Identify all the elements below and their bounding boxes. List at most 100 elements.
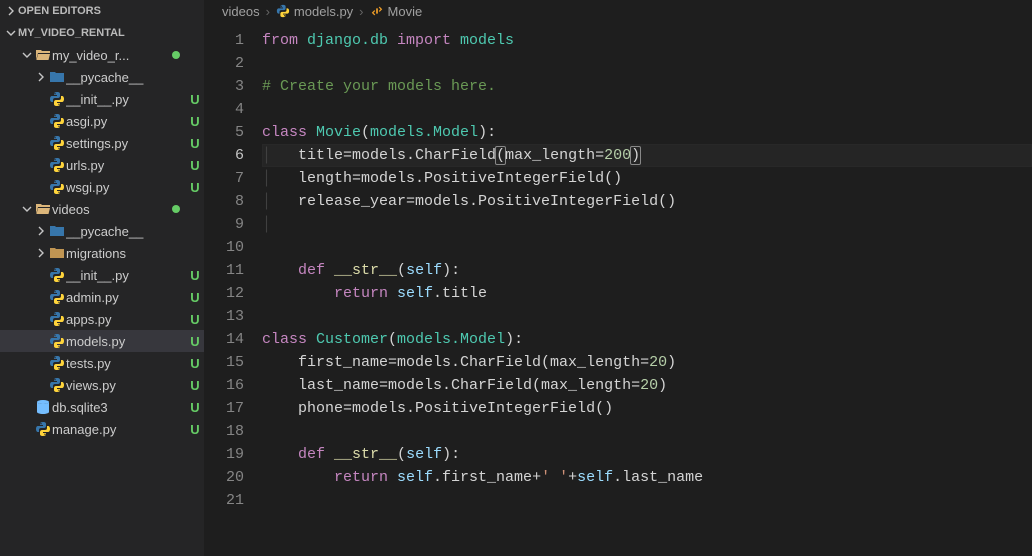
git-status-badge: U [186,180,204,195]
git-status-badge: U [186,378,204,393]
folder-icon [48,245,66,261]
tree-item-label: my_video_r... [52,48,172,63]
file-settings-py[interactable]: settings.pyU [0,132,204,154]
file-wsgi-py[interactable]: wsgi.pyU [0,176,204,198]
line-number: 12 [204,282,244,305]
git-status-badge: U [186,334,204,349]
line-number: 2 [204,52,244,75]
python-icon [48,135,66,151]
code-line[interactable]: │ length=models.PositiveIntegerField() [262,167,1032,190]
breadcrumb-seg[interactable]: videos [222,4,260,19]
file-models-py[interactable]: models.pyU [0,330,204,352]
python-icon [34,421,52,437]
file-asgi-py[interactable]: asgi.pyU [0,110,204,132]
python-icon [48,311,66,327]
file-init-py[interactable]: __init__.pyU [0,88,204,110]
folder-migrations[interactable]: migrations [0,242,204,264]
chevron-down-icon [4,28,18,38]
code-line[interactable] [262,305,1032,328]
tree-item-label: videos [52,202,172,217]
chevron-down-icon [20,204,34,214]
git-status-badge: U [186,158,204,173]
tree-item-label: __pycache__ [66,224,186,239]
python-icon [48,91,66,107]
folder-open-icon [34,201,52,217]
file-db-sqlite3[interactable]: db.sqlite3U [0,396,204,418]
tree-item-label: manage.py [52,422,186,437]
modified-dot-icon [172,51,180,59]
chevron-right-icon: › [359,4,363,19]
git-status-badge: U [186,400,204,415]
folder-videos[interactable]: videos [0,198,204,220]
folder-my-video-rental[interactable]: my_video_r... [0,44,204,66]
tree-item-label: views.py [66,378,186,393]
python-icon [48,377,66,393]
line-number: 14 [204,328,244,351]
file-manage-py[interactable]: manage.pyU [0,418,204,440]
code-line[interactable]: first_name=models.CharField(max_length=2… [262,351,1032,374]
sidebar: OPEN EDITORS MY_VIDEO_RENTAL my_video_r.… [0,0,204,556]
code-line[interactable]: return self.title [262,282,1032,305]
file-urls-py[interactable]: urls.pyU [0,154,204,176]
code-line[interactable] [262,52,1032,75]
python-icon [48,179,66,195]
folder-pycache[interactable]: __pycache__ [0,66,204,88]
breadcrumb[interactable]: videos › models.py › Movie [204,0,1032,22]
line-number: 13 [204,305,244,328]
file-admin-py[interactable]: admin.pyU [0,286,204,308]
editor-area: videos › models.py › Movie 1234567891011… [204,0,1032,556]
editor-body[interactable]: 123456789101112131415161718192021 from d… [204,22,1032,556]
breadcrumb-seg[interactable]: models.py [294,4,353,19]
code-line[interactable]: class Customer(models.Model): [262,328,1032,351]
code-line[interactable]: │ release_year=models.PositiveIntegerFie… [262,190,1032,213]
gutter: 123456789101112131415161718192021 [204,22,262,556]
tree-item-label: wsgi.py [66,180,186,195]
file-init-py-2[interactable]: __init__.pyU [0,264,204,286]
folder-icon [48,223,66,239]
line-number: 15 [204,351,244,374]
tree-item-label: admin.py [66,290,186,305]
chevron-right-icon [4,6,18,16]
code-line[interactable] [262,236,1032,259]
tree-item-label: apps.py [66,312,186,327]
code-line[interactable]: return self.first_name+' '+self.last_nam… [262,466,1032,489]
chevron-down-icon [20,50,34,60]
code-line[interactable]: from django.db import models [262,29,1032,52]
code-line[interactable]: │ [262,213,1032,236]
git-status-badge: U [186,312,204,327]
code-line[interactable]: class Movie(models.Model): [262,121,1032,144]
code-line[interactable]: def __str__(self): [262,259,1032,282]
code-line[interactable] [262,489,1032,512]
folder-pycache-2[interactable]: __pycache__ [0,220,204,242]
chevron-right-icon [34,72,48,82]
chevron-right-icon: › [266,4,270,19]
code-line[interactable]: last_name=models.CharField(max_length=20… [262,374,1032,397]
code-line[interactable] [262,420,1032,443]
git-status-badge: U [186,136,204,151]
code-line[interactable]: phone=models.PositiveIntegerField() [262,397,1032,420]
file-apps-py[interactable]: apps.pyU [0,308,204,330]
folder-open-icon [34,47,52,63]
tree-item-label: urls.py [66,158,186,173]
line-number: 6 [204,144,244,167]
breadcrumb-seg[interactable]: Movie [388,4,423,19]
file-views-py[interactable]: views.pyU [0,374,204,396]
python-icon [276,4,290,18]
line-number: 3 [204,75,244,98]
chevron-right-icon [34,248,48,258]
file-tests-py[interactable]: tests.pyU [0,352,204,374]
tree-item-label: tests.py [66,356,186,371]
git-status-badge: U [186,356,204,371]
workspace-header[interactable]: MY_VIDEO_RENTAL [0,22,204,44]
code-line[interactable]: │ title=models.CharField(max_length=200) [262,144,1032,167]
line-number: 10 [204,236,244,259]
line-number: 20 [204,466,244,489]
line-number: 21 [204,489,244,512]
code-line[interactable]: def __str__(self): [262,443,1032,466]
code-line[interactable]: # Create your models here. [262,75,1032,98]
git-status-badge: U [186,114,204,129]
line-number: 11 [204,259,244,282]
code-area[interactable]: from django.db import models # Create you… [262,22,1032,556]
code-line[interactable] [262,98,1032,121]
open-editors-header[interactable]: OPEN EDITORS [0,0,204,22]
